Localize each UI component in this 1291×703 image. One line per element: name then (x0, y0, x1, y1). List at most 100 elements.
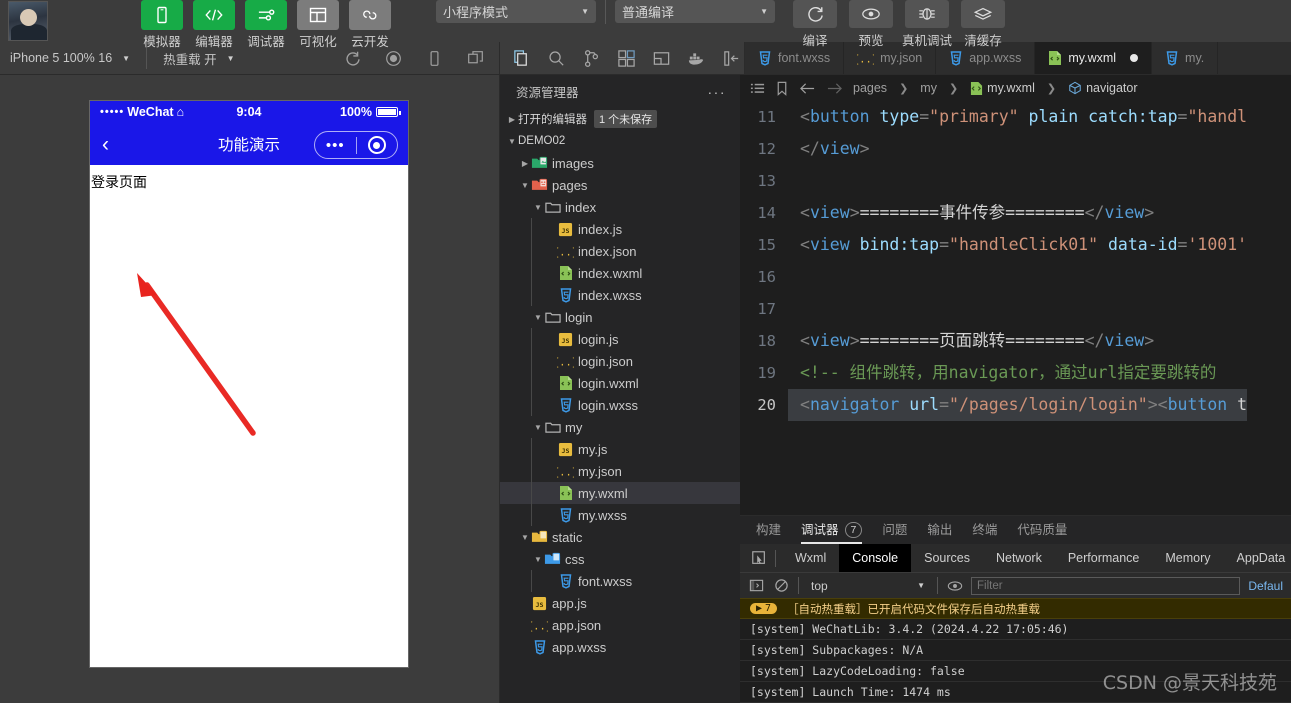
more-icon[interactable]: ••• (315, 138, 356, 153)
tree-file-my.wxml[interactable]: my.wxml (500, 482, 740, 504)
devtools-tab-Wxml[interactable]: Wxml (782, 544, 839, 572)
clear-console-icon[interactable] (773, 577, 790, 594)
tree-file-app.js[interactable]: JS app.js (500, 592, 740, 614)
open-editors-section[interactable]: ▶ 打开的编辑器 1 个未保存 (500, 108, 740, 130)
tree-folder-index[interactable]: ▼ index (500, 196, 740, 218)
console-context-select[interactable]: top ▼ (807, 579, 929, 593)
tree-file-my.json[interactable]: {..} my.json (500, 460, 740, 482)
code-line-16[interactable]: 16 (740, 261, 1291, 293)
hot-reload-select[interactable]: 热重载 开 ▼ (163, 49, 234, 68)
close-target-icon[interactable] (357, 136, 398, 154)
tree-file-index.js[interactable]: JS index.js (500, 218, 740, 240)
tree-file-font.wxss[interactable]: font.wxss (500, 570, 740, 592)
tree-file-login.js[interactable]: JS login.js (500, 328, 740, 350)
tree-file-login.wxml[interactable]: login.wxml (500, 372, 740, 394)
docker-icon[interactable] (687, 49, 706, 68)
devtools-tab-Network[interactable]: Network (983, 544, 1055, 572)
panel-tab-调试器[interactable]: 调试器 7 (801, 516, 863, 544)
console-message-row[interactable]: [system] LazyCodeLoading: false (740, 661, 1291, 682)
phone-simulator[interactable]: ••••• WeChat ⌂ 9:04 100% ‹ 功能演示 ••• 登录页面 (89, 100, 409, 668)
breadcrumb-item-my[interactable]: my (920, 81, 937, 95)
tree-folder-css[interactable]: ▼ css (500, 548, 740, 570)
console-messages[interactable]: ▶ 7 ［自动热重载］已开启代码文件保存后自动热重载 [system] WeChatL… (740, 598, 1291, 703)
tool-button-调试器[interactable]: 调试器 (240, 0, 292, 50)
panel-tab-终端[interactable]: 终端 (972, 516, 997, 544)
unsaved-dot-icon[interactable] (1130, 54, 1139, 62)
action-button-编译[interactable]: 编译 (787, 0, 843, 49)
breadcrumb-item-symbol[interactable]: navigator (1068, 81, 1138, 95)
panel-tab-代码质量[interactable]: 代码质量 (1017, 516, 1067, 544)
code-line-20[interactable]: 20 <navigator url="/pages/login/login"><b… (740, 389, 1291, 421)
devtools-tab-Memory[interactable]: Memory (1152, 544, 1223, 572)
sidebar-toggle-icon[interactable] (748, 577, 765, 594)
breadcrumb-item-pages[interactable]: pages (853, 81, 887, 95)
code-line-17[interactable]: 17 (740, 293, 1291, 325)
refresh-icon[interactable] (343, 49, 362, 68)
action-button-清缓存[interactable]: 清缓存 (955, 0, 1011, 49)
console-warning-row[interactable]: ▶ 7 ［自动热重载］已开启代码文件保存后自动热重载 (740, 598, 1291, 619)
tree-file-app.json[interactable]: {..} app.json (500, 614, 740, 636)
tool-button-模拟器[interactable]: 模拟器 (136, 0, 188, 50)
tree-file-my.wxss[interactable]: my.wxss (500, 504, 740, 526)
code-editor[interactable]: 11 <button type="primary" plain catch:tap… (740, 101, 1291, 515)
source-control-icon[interactable] (582, 49, 601, 68)
panel-tab-输出[interactable]: 输出 (927, 516, 952, 544)
console-message-row[interactable]: [system] WeChatLib: 3.4.2 (2024.4.22 17:… (740, 619, 1291, 640)
nav-forward-icon[interactable] (826, 81, 843, 96)
detach-window-icon[interactable] (466, 49, 485, 68)
code-line-12[interactable]: 12 </view> (740, 133, 1291, 165)
files-icon[interactable] (512, 49, 531, 68)
console-level-select[interactable]: Defaul (1248, 579, 1283, 593)
tree-file-login.json[interactable]: {..} login.json (500, 350, 740, 372)
tree-file-app.wxss[interactable]: app.wxss (500, 636, 740, 658)
code-line-15[interactable]: 15 <view bind:tap="handleClick01" data-id… (740, 229, 1291, 261)
tree-file-my.js[interactable]: JS my.js (500, 438, 740, 460)
tool-button-编辑器[interactable]: 编辑器 (188, 0, 240, 50)
panel-tab-构建[interactable]: 构建 (756, 516, 781, 544)
devtools-tab-AppData[interactable]: AppData (1224, 544, 1291, 572)
code-line-13[interactable]: 13 (740, 165, 1291, 197)
collapse-sidebar-icon[interactable] (722, 49, 741, 68)
devtools-tab-Console[interactable]: Console (839, 544, 912, 572)
eye-icon[interactable] (946, 577, 963, 594)
warning-count-badge[interactable]: ▶ 7 (750, 603, 778, 614)
user-avatar[interactable] (8, 1, 48, 41)
devtools-tab-Sources[interactable]: Sources (911, 544, 983, 572)
console-filter-input[interactable] (971, 576, 1241, 595)
search-icon[interactable] (547, 49, 566, 68)
nav-back-icon[interactable] (799, 81, 816, 96)
tree-file-index.wxml[interactable]: index.wxml (500, 262, 740, 284)
action-button-预览[interactable]: 预览 (843, 0, 899, 49)
extensions-icon[interactable] (617, 49, 636, 68)
code-line-18[interactable]: 18 <view>========页面跳转========</view> (740, 325, 1291, 357)
console-message-row[interactable]: [system] Launch Time: 1474 ms (740, 682, 1291, 703)
tree-file-index.json[interactable]: {..} index.json (500, 240, 740, 262)
tree-folder-login[interactable]: ▼ login (500, 306, 740, 328)
breadcrumb-item-file[interactable]: my.wxml (970, 81, 1035, 96)
devtools-tab-Performance[interactable]: Performance (1055, 544, 1153, 572)
action-button-真机调试[interactable]: 真机调试 (899, 0, 955, 49)
code-line-19[interactable]: 19 <!-- 组件跳转，用navigator，通过url指定要跳转的 (740, 357, 1291, 389)
capsule-buttons[interactable]: ••• (314, 131, 398, 159)
panel-tab-问题[interactable]: 问题 (882, 516, 907, 544)
tool-button-可视化[interactable]: 可视化 (292, 0, 344, 50)
tree-folder-images[interactable]: ▶ images (500, 152, 740, 174)
explorer-more-icon[interactable]: ··· (708, 84, 727, 100)
tree-folder-static[interactable]: ▼ static (500, 526, 740, 548)
tool-button-云开发[interactable]: 云开发 (344, 0, 396, 50)
bookmark-icon[interactable] (775, 81, 789, 96)
device-select[interactable]: iPhone 5 100% 16 ▼ (10, 51, 130, 65)
editor-tab-my.wxml[interactable]: my.wxml (1035, 42, 1153, 74)
tree-folder-pages[interactable]: ▼ pages (500, 174, 740, 196)
tree-file-index.wxss[interactable]: index.wxss (500, 284, 740, 306)
layout-panel-icon[interactable] (652, 49, 671, 68)
inspect-element-icon[interactable] (750, 550, 767, 567)
project-root[interactable]: ▼ DEMO02 (500, 130, 740, 152)
outline-icon[interactable] (750, 81, 765, 96)
code-line-14[interactable]: 14 <view>========事件传参========</view> (740, 197, 1291, 229)
rotate-device-icon[interactable] (425, 49, 444, 68)
record-icon[interactable] (384, 49, 403, 68)
code-line-11[interactable]: 11 <button type="primary" plain catch:tap… (740, 101, 1291, 133)
editor-tab-my.[interactable]: my. (1152, 42, 1219, 74)
tree-folder-my[interactable]: ▼ my (500, 416, 740, 438)
